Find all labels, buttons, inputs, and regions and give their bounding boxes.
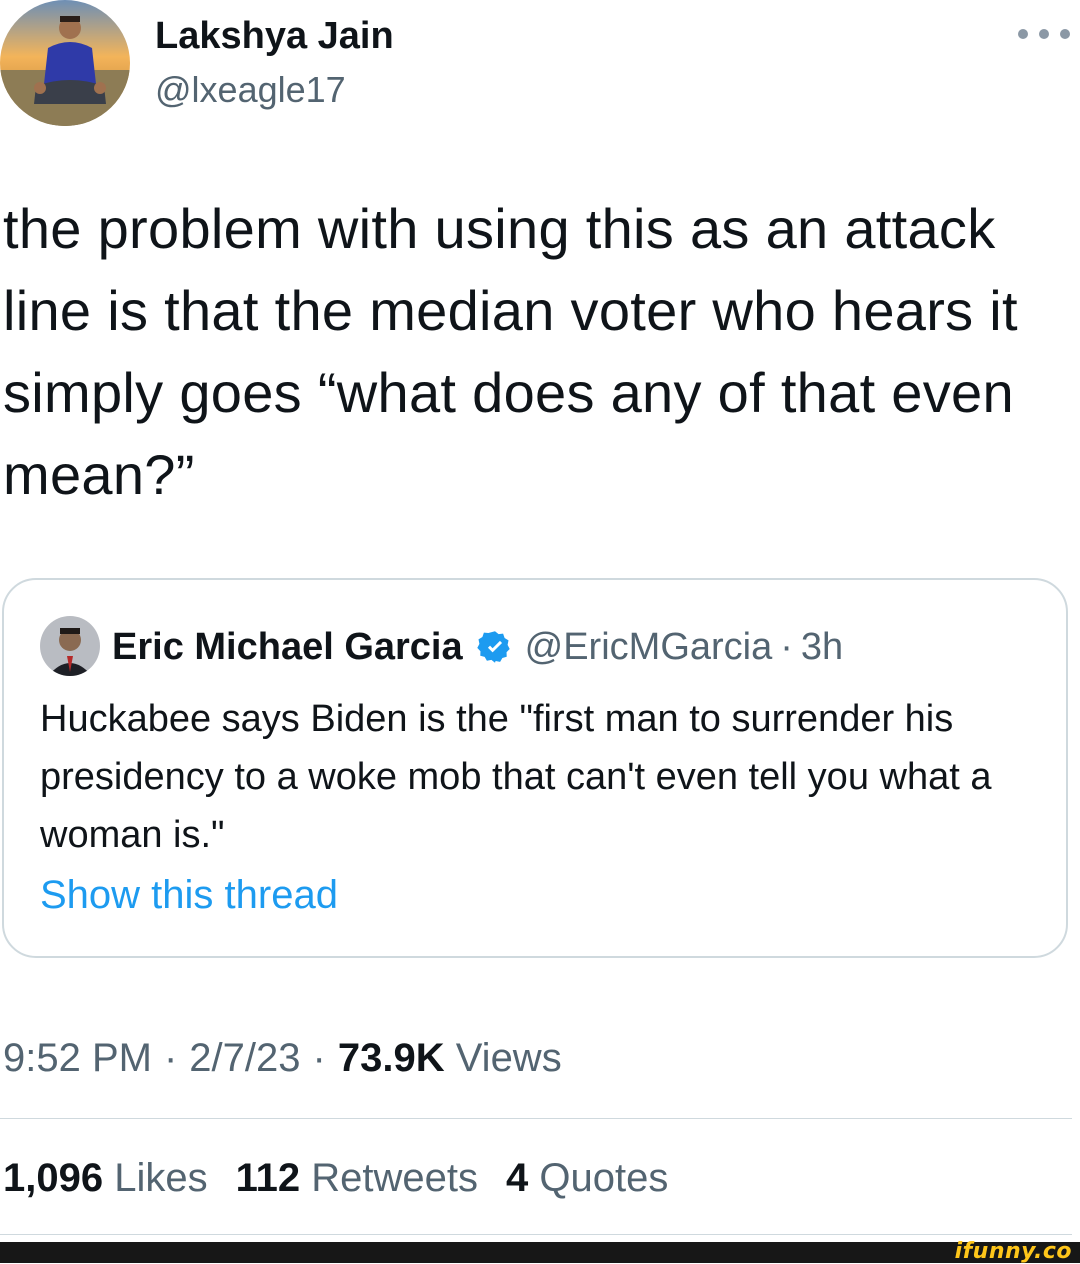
- dot: [1018, 29, 1028, 39]
- dot: [1060, 29, 1070, 39]
- quoted-tweet-text: Huckabee says Biden is the "first man to…: [40, 698, 992, 856]
- likes-label: Likes: [114, 1156, 208, 1200]
- quoted-author-handle[interactable]: @EricMGarcia: [525, 626, 773, 669]
- tweet-header: Lakshya Jain @lxeagle17: [0, 0, 1080, 130]
- show-thread-link[interactable]: Show this thread: [40, 870, 338, 920]
- dot: [1039, 29, 1049, 39]
- quotes-stat[interactable]: 4 Quotes: [506, 1150, 668, 1206]
- views-count: 73.9K: [337, 1036, 445, 1080]
- quotes-count: 4: [506, 1156, 529, 1200]
- divider: [0, 1118, 1072, 1119]
- author-avatar[interactable]: [0, 0, 130, 126]
- quoted-author-name[interactable]: Eric Michael Garcia: [112, 626, 463, 669]
- divider: [0, 1234, 1072, 1235]
- tweet-time[interactable]: 9:52 PM: [3, 1036, 152, 1080]
- separator-dot: ·: [780, 625, 793, 668]
- author-name[interactable]: Lakshya Jain: [155, 14, 394, 58]
- quoted-tweet-card[interactable]: Eric Michael Garcia @EricMGarcia · 3h Hu…: [2, 578, 1068, 958]
- quoted-author-avatar[interactable]: [40, 616, 100, 676]
- quoted-tweet-age[interactable]: 3h: [801, 626, 843, 669]
- author-handle[interactable]: @lxeagle17: [155, 68, 346, 112]
- retweets-stat[interactable]: 112 Retweets: [236, 1150, 478, 1206]
- engagement-stats: 1,096 Likes 112 Retweets 4 Quotes: [3, 1150, 696, 1206]
- tweet-date[interactable]: 2/7/23: [189, 1036, 300, 1080]
- watermark-bar: ifunny.co: [0, 1239, 1080, 1264]
- retweets-label: Retweets: [311, 1156, 479, 1200]
- likes-count: 1,096: [3, 1156, 104, 1200]
- tweet-meta: 9:52 PM · 2/7/23 · 73.9K Views: [3, 1030, 562, 1086]
- likes-stat[interactable]: 1,096 Likes: [3, 1150, 208, 1206]
- views-label: Views: [455, 1036, 562, 1080]
- retweets-count: 112: [235, 1156, 301, 1200]
- tweet-text: the problem with using this as an attack…: [3, 197, 1018, 506]
- quoted-tweet-header: Eric Michael Garcia @EricMGarcia · 3h: [112, 622, 843, 672]
- separator-dot: ·: [312, 1036, 326, 1080]
- quotes-label: Quotes: [539, 1156, 669, 1200]
- watermark-logo: ifunny.co: [954, 1239, 1072, 1264]
- more-horizontal-icon[interactable]: [1018, 18, 1070, 50]
- verified-badge-icon: [476, 629, 513, 665]
- separator-dot: ·: [163, 1036, 178, 1080]
